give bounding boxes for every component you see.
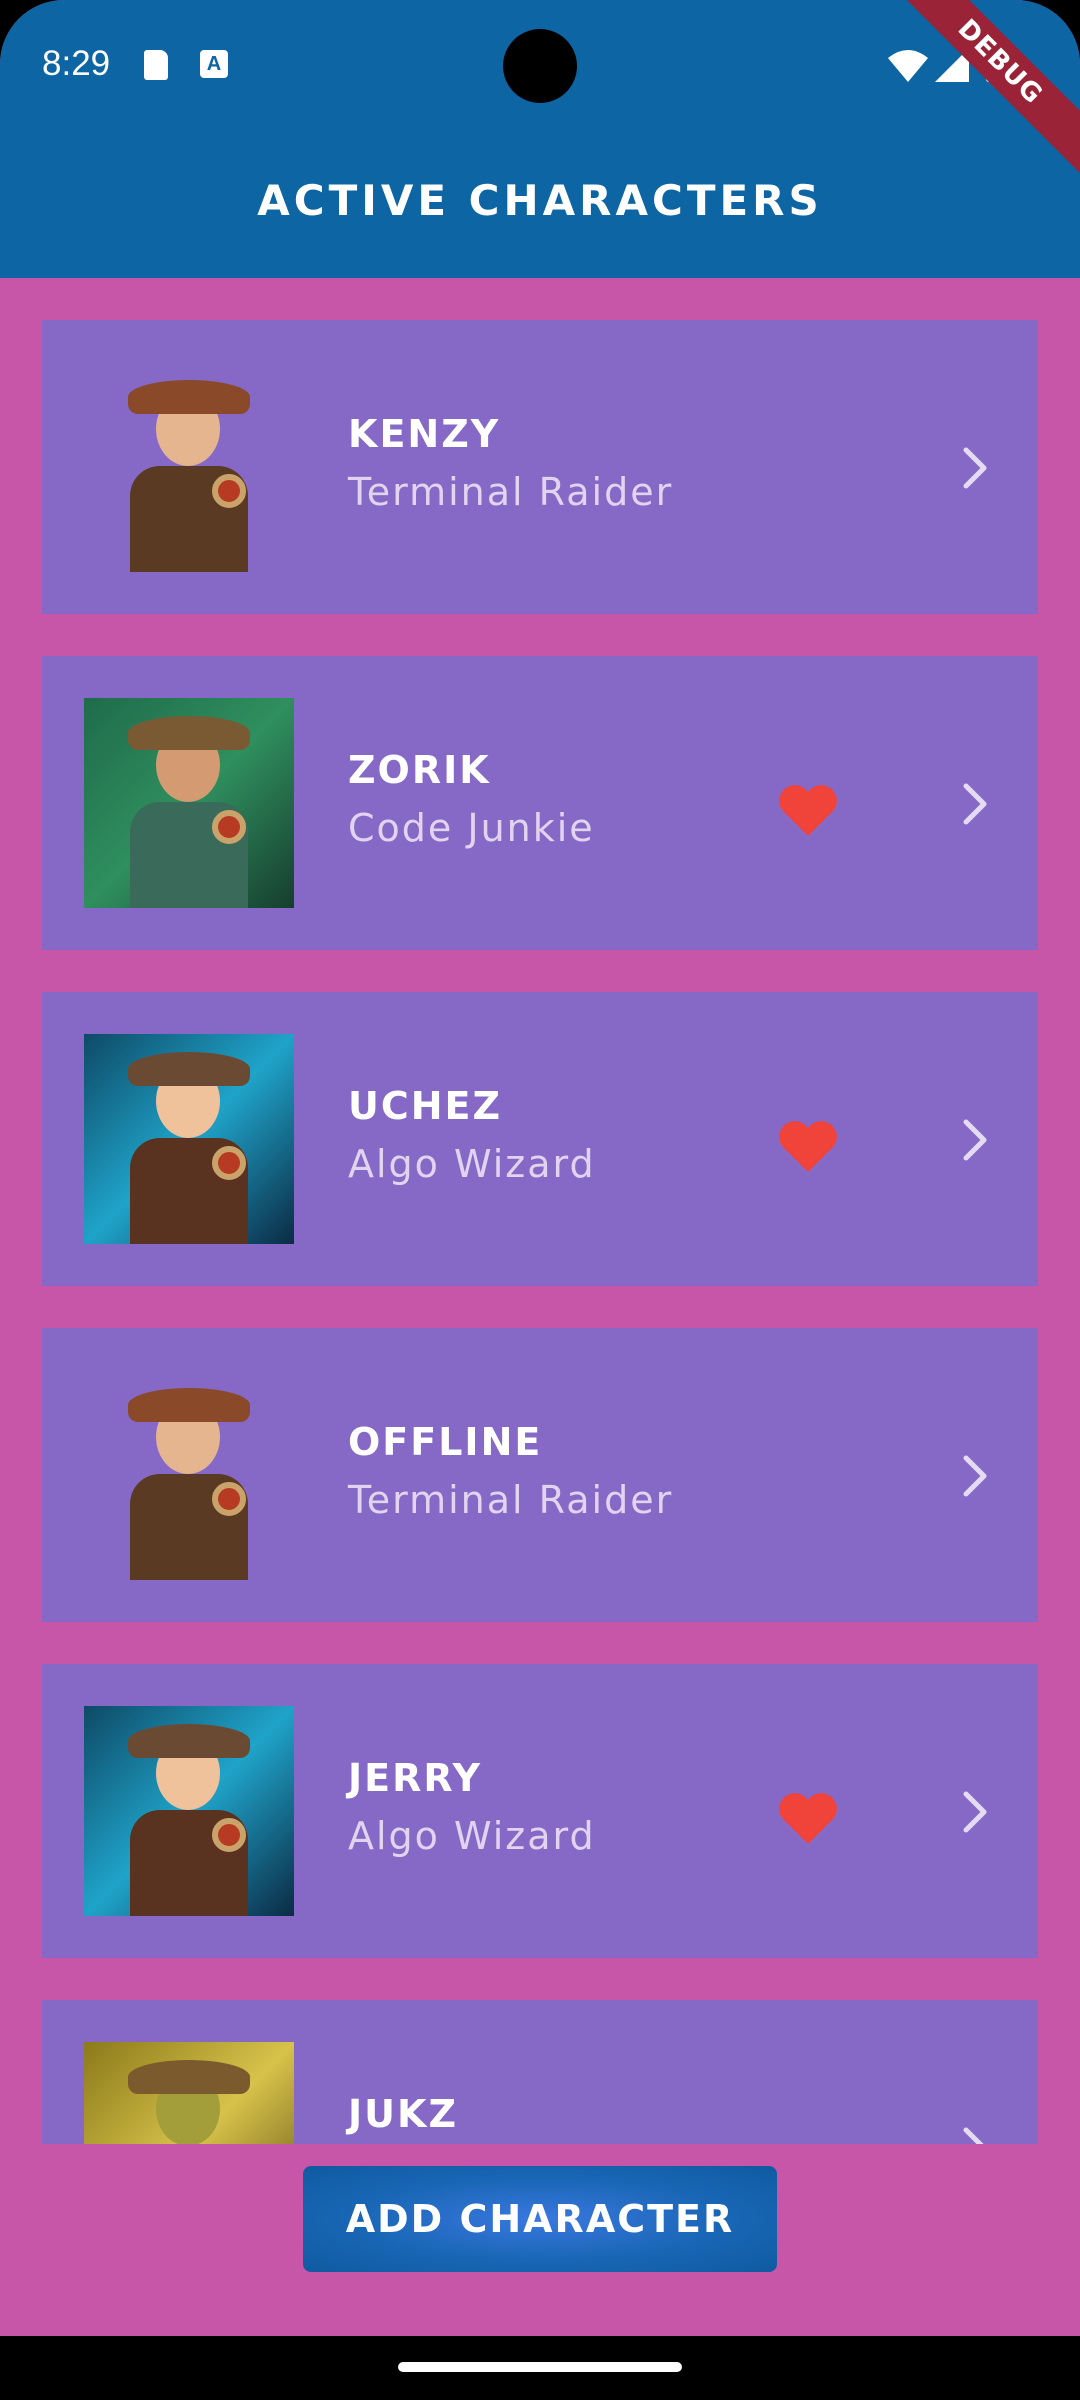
- character-name: ZORIK: [348, 748, 491, 792]
- character-list[interactable]: KENZY Terminal Raider ZORIK Code Junkie UCHE…: [0, 278, 1080, 2144]
- character-name: JUKZ: [348, 2092, 458, 2136]
- home-gesture-handle[interactable]: [398, 2362, 682, 2372]
- character-card[interactable]: JUKZ: [42, 2000, 1038, 2144]
- character-card[interactable]: UCHEZ Algo Wizard: [42, 992, 1038, 1286]
- wizard-girl-avatar: [84, 1706, 294, 1916]
- character-name: OFFLINE: [348, 1420, 543, 1464]
- chevron-right-icon[interactable]: [960, 782, 990, 826]
- accessibility-icon: A: [200, 50, 228, 78]
- wifi-icon: [888, 50, 928, 82]
- chevron-right-icon[interactable]: [960, 1790, 990, 1834]
- character-role: Code Junkie: [348, 806, 595, 850]
- goggles-goblin-avatar: [84, 2042, 294, 2144]
- app-bar: 8:29 A DEBUG ACTIVE CHARACTERS: [0, 0, 1080, 278]
- add-character-button[interactable]: ADD CHARACTER: [303, 2166, 777, 2272]
- character-role: Terminal Raider: [348, 470, 674, 514]
- camera-cutout: [503, 29, 577, 103]
- character-name: KENZY: [348, 412, 501, 456]
- chevron-right-icon[interactable]: [960, 2126, 990, 2144]
- character-role: Algo Wizard: [348, 1142, 596, 1186]
- app-screen: 8:29 A DEBUG ACTIVE CHARACTERS KENZY Term…: [0, 0, 1080, 2336]
- status-bar: 8:29 A DEBUG: [0, 0, 1080, 191]
- wizard-girl-avatar: [84, 1034, 294, 1244]
- character-role: Terminal Raider: [348, 1478, 674, 1522]
- character-card[interactable]: ZORIK Code Junkie: [42, 656, 1038, 950]
- character-name: UCHEZ: [348, 1084, 503, 1128]
- character-role: Algo Wizard: [348, 1814, 596, 1858]
- steampunk-girl-avatar: [84, 1370, 294, 1580]
- chevron-right-icon[interactable]: [960, 446, 990, 490]
- status-time: 8:29: [42, 44, 111, 83]
- heart-icon[interactable]: [778, 784, 838, 836]
- chevron-right-icon[interactable]: [960, 1118, 990, 1162]
- character-card[interactable]: JERRY Algo Wizard: [42, 1664, 1038, 1958]
- character-card[interactable]: KENZY Terminal Raider: [42, 320, 1038, 614]
- heart-icon[interactable]: [778, 1120, 838, 1172]
- page-title: ACTIVE CHARACTERS: [257, 176, 823, 225]
- chevron-right-icon[interactable]: [960, 1454, 990, 1498]
- heart-icon[interactable]: [778, 1792, 838, 1844]
- character-name: JERRY: [348, 1756, 483, 1800]
- debug-banner: DEBUG: [871, 0, 1080, 191]
- character-card[interactable]: OFFLINE Terminal Raider: [42, 1328, 1038, 1622]
- sd-card-icon: [144, 50, 168, 80]
- steampunk-girl-avatar: [84, 362, 294, 572]
- bearded-man-pipe-avatar: [84, 698, 294, 908]
